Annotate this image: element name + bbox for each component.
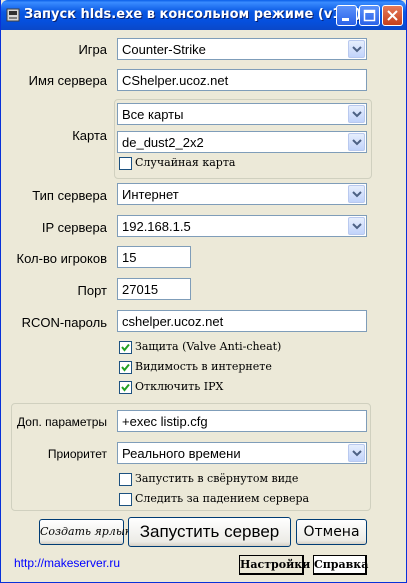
chevron-down-icon[interactable] xyxy=(348,444,365,462)
checkmark-icon xyxy=(121,383,130,392)
map-label: Карта xyxy=(72,128,107,143)
close-button[interactable] xyxy=(382,5,403,26)
app-window: Запуск hlds.exe в консольном режиме (v1.… xyxy=(0,0,407,583)
port-label: Порт xyxy=(77,283,107,298)
priority-value: Реального времени xyxy=(122,446,241,461)
port-input[interactable]: 27015 xyxy=(117,278,191,300)
rcon-input[interactable]: cshelper.ucoz.net xyxy=(117,310,367,332)
game-select[interactable]: Counter-Strike xyxy=(117,38,367,60)
rcon-label: RCON-пароль xyxy=(21,315,107,330)
website-link[interactable]: http://makeserver.ru xyxy=(14,556,120,570)
server-type-value: Интернет xyxy=(122,187,179,202)
checkbox-box[interactable] xyxy=(119,341,132,354)
ip-value: 192.168.1.5 xyxy=(122,219,191,234)
server-name-label: Имя сервера xyxy=(28,73,107,88)
extra-params-input[interactable]: +exec listip.cfg xyxy=(117,410,367,432)
create-shortcut-button[interactable]: Создать ярлык xyxy=(39,519,131,545)
extra-params-label: Доп. параметры xyxy=(17,415,107,429)
minimize-icon xyxy=(342,18,349,21)
map-filter-select[interactable]: Все карты xyxy=(117,103,367,125)
settings-button[interactable]: Настройки xyxy=(239,555,310,575)
cancel-button[interactable]: Отмена xyxy=(296,519,367,545)
chevron-down-icon[interactable] xyxy=(348,217,365,235)
checkmark-icon xyxy=(121,343,130,352)
port-value: 27015 xyxy=(122,282,159,297)
checkmark-icon xyxy=(121,363,130,372)
vac-label: Защита (Valve Anti-cheat) xyxy=(135,340,282,353)
chevron-down-icon[interactable] xyxy=(348,133,365,151)
server-type-select[interactable]: Интернет xyxy=(117,183,367,205)
server-name-value: CShelper.ucoz.net xyxy=(122,73,229,88)
checkbox-box[interactable] xyxy=(119,157,132,170)
visibility-label: Видимость в интернете xyxy=(135,360,272,373)
rcon-value: cshelper.ucoz.net xyxy=(122,314,224,329)
checkbox-box[interactable] xyxy=(119,361,132,374)
game-label: Игра xyxy=(78,42,107,57)
close-icon xyxy=(387,10,398,21)
help-button[interactable]: Справка xyxy=(313,555,368,575)
players-label: Кол-во игроков xyxy=(16,251,107,266)
window-title: Запуск hlds.exe в консольном режиме (v1.… xyxy=(24,7,362,22)
players-input[interactable]: 15 xyxy=(117,246,191,268)
disable-ipx-label: Отключить IPX xyxy=(135,380,224,393)
minimize-button[interactable] xyxy=(336,5,357,26)
server-type-label: Тип сервера xyxy=(32,188,107,203)
chevron-down-icon[interactable] xyxy=(348,40,365,58)
watch-crash-label: Следить за падением сервера xyxy=(135,492,310,505)
checkbox-box[interactable] xyxy=(119,493,132,506)
extra-params-value: +exec listip.cfg xyxy=(122,414,208,429)
start-server-button[interactable]: Запустить сервер xyxy=(128,517,291,547)
app-icon xyxy=(6,8,20,22)
map-select[interactable]: de_dust2_2x2 xyxy=(117,131,367,153)
server-name-input[interactable]: CShelper.ucoz.net xyxy=(117,69,367,91)
chevron-down-icon[interactable] xyxy=(348,185,365,203)
map-value: de_dust2_2x2 xyxy=(122,135,204,150)
chevron-down-icon[interactable] xyxy=(348,105,365,123)
priority-label: Приоритет xyxy=(47,447,107,461)
game-value: Counter-Strike xyxy=(122,42,206,57)
map-filter-value: Все карты xyxy=(122,107,184,122)
maximize-icon xyxy=(363,9,376,22)
minimized-label: Запустить в свёрнутом виде xyxy=(135,472,299,485)
random-map-label: Случайная карта xyxy=(135,156,236,169)
maximize-button[interactable] xyxy=(359,5,380,26)
checkbox-box[interactable] xyxy=(119,381,132,394)
ip-select[interactable]: 192.168.1.5 xyxy=(117,215,367,237)
checkbox-box[interactable] xyxy=(119,473,132,486)
ip-label: IP сервера xyxy=(41,220,107,235)
priority-select[interactable]: Реального времени xyxy=(117,442,367,464)
title-bar[interactable]: Запуск hlds.exe в консольном режиме (v1.… xyxy=(1,0,406,30)
players-value: 15 xyxy=(122,250,137,265)
